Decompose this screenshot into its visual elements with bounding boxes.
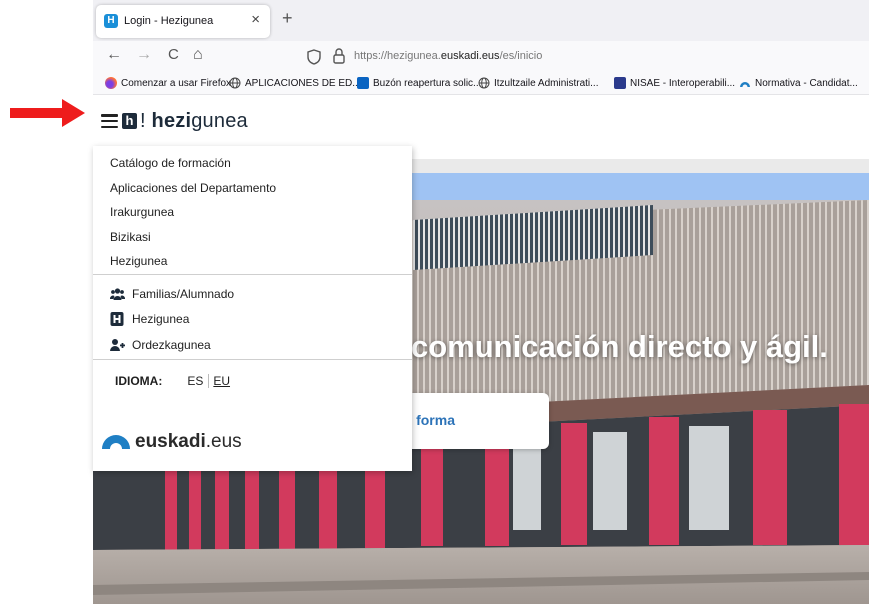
globe-icon bbox=[229, 77, 241, 89]
bookmarks-bar: Comenzar a usar Firefox APLICACIONES DE … bbox=[93, 73, 869, 95]
bookmark-label: NISAE - Interoperabili... bbox=[630, 77, 736, 89]
language-selector: IDIOMA: ES EU bbox=[115, 374, 230, 388]
site-logo: h ! hezigunea bbox=[101, 110, 248, 132]
logo-rest: gunea bbox=[191, 109, 248, 132]
menu-item-label: Hezigunea bbox=[132, 312, 190, 326]
nisae-icon bbox=[614, 77, 626, 89]
browser-tab[interactable]: H Login - Hezigunea × bbox=[96, 5, 270, 38]
annotation-arrow-icon bbox=[10, 99, 85, 127]
hezigunea-h-icon bbox=[110, 312, 124, 326]
bookmark-item[interactable]: Normativa - Candidat... bbox=[739, 77, 858, 89]
hamburger-menu-icon[interactable] bbox=[101, 114, 118, 128]
reload-button[interactable]: C bbox=[168, 46, 179, 63]
tab-title: Login - Hezigunea bbox=[124, 15, 214, 27]
bookmark-label: APLICACIONES DE ED... bbox=[245, 77, 361, 89]
bookmark-label: Normativa - Candidat... bbox=[755, 77, 858, 89]
menu-item-ordezkagunea[interactable]: Ordezkagunea bbox=[110, 338, 211, 352]
euskadi-bold: euskadi bbox=[135, 431, 206, 452]
bookmark-item[interactable]: Buzón reapertura solic... bbox=[357, 77, 481, 89]
shield-icon bbox=[307, 49, 321, 65]
menu-item-aplicaciones[interactable]: Aplicaciones del Departamento bbox=[110, 181, 276, 195]
browser-tab-bar: H Login - Hezigunea × + bbox=[93, 0, 869, 41]
language-eu-link[interactable]: EU bbox=[209, 374, 230, 388]
euskadi-rest: .eus bbox=[205, 431, 242, 452]
euskadi-arc-icon bbox=[740, 82, 750, 87]
bookmark-item[interactable]: Itzultzaile Administrati... bbox=[478, 77, 598, 89]
euskadi-logo[interactable]: euskadi.eus bbox=[101, 431, 242, 453]
hezigunea-logo-icon: h bbox=[122, 113, 137, 129]
home-button[interactable]: ⌂ bbox=[193, 46, 203, 64]
user-plus-icon bbox=[110, 339, 125, 351]
language-es-link[interactable]: ES bbox=[187, 374, 210, 388]
close-tab-icon[interactable]: × bbox=[251, 11, 260, 28]
menu-item-label: Ordezkagunea bbox=[132, 338, 211, 352]
url-domain: euskadi.eus bbox=[440, 50, 500, 62]
euskadi-wordmark: euskadi.eus bbox=[135, 431, 242, 453]
menu-item-hezigunea[interactable]: Hezigunea bbox=[110, 254, 167, 268]
bookmark-item[interactable]: Comenzar a usar Firefox bbox=[105, 77, 231, 89]
url-prefix: https://hezigunea. bbox=[354, 50, 441, 62]
menu-divider bbox=[93, 359, 412, 360]
outlook-icon bbox=[357, 77, 369, 89]
back-button[interactable]: ← bbox=[106, 46, 122, 64]
lock-icon bbox=[333, 48, 345, 64]
hero-title: comunicación directo y ágil. bbox=[411, 329, 828, 364]
bookmark-label: Itzultzaile Administrati... bbox=[494, 77, 599, 89]
new-tab-button[interactable]: + bbox=[282, 8, 293, 29]
bookmark-label: Buzón reapertura solic... bbox=[373, 77, 482, 89]
users-icon bbox=[110, 288, 125, 300]
menu-item-familias[interactable]: Familias/Alumnado bbox=[110, 287, 234, 301]
hero-card-label[interactable]: forma bbox=[416, 412, 455, 428]
screenshot-stage: H Login - Hezigunea × + ← → C ⌂ https://… bbox=[0, 0, 869, 604]
euskadi-arc-icon bbox=[102, 435, 130, 449]
globe-icon bbox=[478, 77, 490, 89]
menu-item-bizikasi[interactable]: Bizikasi bbox=[110, 230, 151, 244]
logo-mark: ! bbox=[140, 109, 146, 132]
bookmark-item[interactable]: NISAE - Interoperabili... bbox=[614, 77, 735, 89]
navigation-dropdown-menu: Catálogo de formación Aplicaciones del D… bbox=[93, 146, 412, 471]
bookmark-label: Comenzar a usar Firefox bbox=[121, 77, 232, 89]
language-label: IDIOMA: bbox=[115, 374, 163, 388]
url-bar[interactable]: https://hezigunea.euskadi.eus/es/inicio bbox=[298, 44, 869, 70]
browser-nav-bar: ← → C ⌂ https://hezigunea.euskadi.eus/es… bbox=[93, 41, 869, 73]
menu-item-catalogo[interactable]: Catálogo de formación bbox=[110, 156, 231, 170]
hezigunea-favicon-icon: H bbox=[104, 14, 118, 28]
menu-item-label: Familias/Alumnado bbox=[132, 287, 235, 301]
url-text: https://hezigunea.euskadi.eus/es/inicio bbox=[354, 50, 542, 62]
forward-button[interactable]: → bbox=[136, 46, 152, 64]
menu-item-hezigunea-app[interactable]: Hezigunea bbox=[110, 312, 189, 326]
firefox-icon bbox=[105, 77, 117, 89]
menu-item-irakurgunea[interactable]: Irakurgunea bbox=[110, 205, 174, 219]
logo-bold: hezi bbox=[151, 109, 192, 132]
bookmark-item[interactable]: APLICACIONES DE ED... bbox=[229, 77, 361, 89]
url-path: /es/inicio bbox=[499, 50, 543, 62]
logo-wordmark[interactable]: ! hezigunea bbox=[140, 110, 248, 133]
menu-divider bbox=[93, 274, 412, 275]
